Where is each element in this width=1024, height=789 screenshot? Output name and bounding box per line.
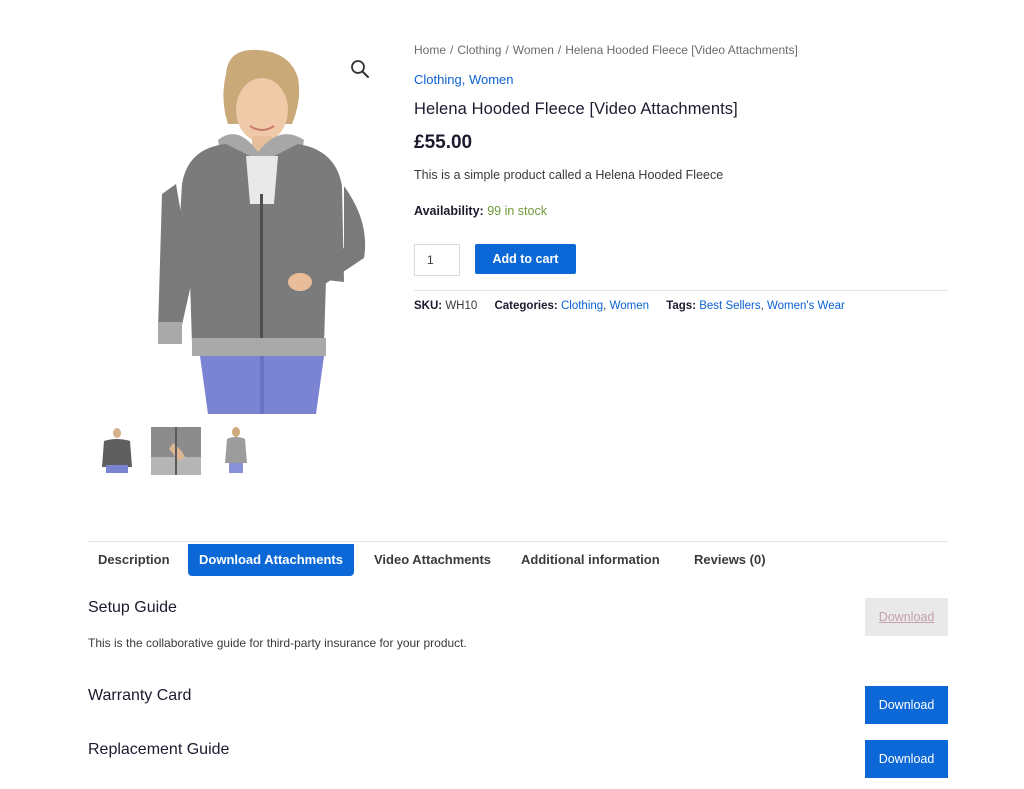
- product-meta: SKU: WH10 Categories: Clothing, Women Ta…: [414, 300, 859, 312]
- magnifier-icon[interactable]: [349, 58, 371, 80]
- tab-additional-information[interactable]: Additional information: [510, 544, 671, 576]
- attachment-title-setup-guide: Setup Guide: [88, 599, 177, 616]
- download-button-replacement-guide[interactable]: Download: [865, 740, 948, 778]
- download-button-setup-guide[interactable]: Download: [865, 598, 948, 636]
- thumbnail-2[interactable]: [151, 427, 201, 475]
- tab-video-attachments[interactable]: Video Attachments: [363, 544, 502, 576]
- quantity-input[interactable]: [414, 244, 460, 276]
- meta-category-women[interactable]: Women: [610, 300, 649, 312]
- breadcrumb-current: Helena Hooded Fleece [Video Attachments]: [565, 43, 798, 57]
- attachment-title-warranty-card: Warranty Card: [88, 687, 192, 704]
- add-to-cart-button[interactable]: Add to cart: [475, 244, 576, 274]
- meta-categories: Categories: Clothing, Women: [494, 300, 649, 312]
- product-category-links: Clothing, Women: [414, 72, 514, 87]
- product-short-description: This is a simple product called a Helena…: [414, 168, 724, 182]
- product-title: Helena Hooded Fleece [Video Attachments]: [414, 100, 738, 118]
- meta-category-clothing[interactable]: Clothing: [561, 300, 603, 312]
- download-button-warranty-card[interactable]: Download: [865, 686, 948, 724]
- summary-divider: [414, 290, 948, 291]
- tabs-divider: [88, 541, 948, 542]
- tag-best-sellers[interactable]: Best Sellers: [699, 300, 760, 312]
- breadcrumb-home[interactable]: Home: [414, 43, 446, 57]
- category-link-women[interactable]: Women: [469, 72, 514, 87]
- stock-status: 99 in stock: [487, 204, 547, 218]
- tab-reviews[interactable]: Reviews (0): [683, 544, 777, 576]
- meta-tags: Tags: Best Sellers, Women's Wear: [666, 300, 845, 312]
- sku-value: WH10: [445, 300, 478, 312]
- tab-description[interactable]: Description: [87, 544, 181, 576]
- availability-label: Availability:: [414, 204, 484, 218]
- attachment-title-replacement-guide: Replacement Guide: [88, 741, 230, 758]
- tab-download-attachments[interactable]: Download Attachments: [188, 544, 354, 576]
- availability: Availability: 99 in stock: [414, 204, 547, 218]
- attachment-description-setup-guide: This is the collaborative guide for thir…: [88, 636, 467, 650]
- breadcrumb: Home / Clothing / Women / Helena Hooded Fleece…: [414, 43, 798, 57]
- tag-womens-wear[interactable]: Women's Wear: [767, 300, 845, 312]
- thumbnail-3[interactable]: [211, 427, 261, 475]
- breadcrumb-women[interactable]: Women: [513, 43, 554, 57]
- category-link-clothing[interactable]: Clothing: [414, 72, 462, 87]
- thumbnail-1[interactable]: [92, 427, 142, 475]
- sku: SKU: WH10: [414, 300, 478, 312]
- product-price: £55.00: [414, 132, 473, 153]
- product-main-image[interactable]: [148, 44, 374, 414]
- breadcrumb-clothing[interactable]: Clothing: [457, 43, 501, 57]
